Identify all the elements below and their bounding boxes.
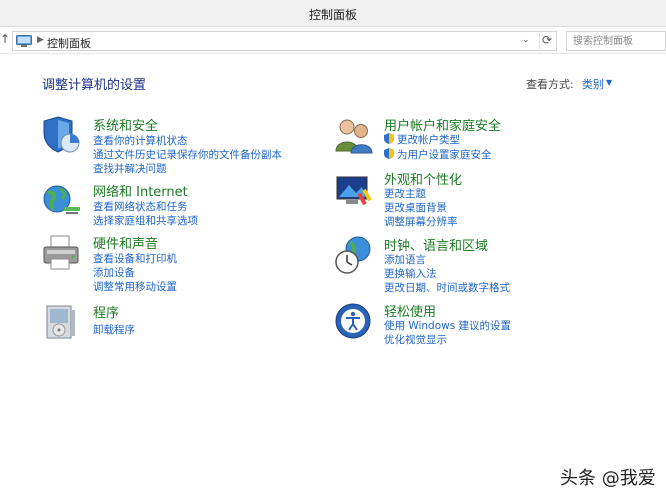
category-link[interactable]: 更改帐户类型 xyxy=(397,132,460,147)
category-link[interactable]: 优化视觉显示 xyxy=(384,332,447,347)
category-link[interactable]: 添加语言 xyxy=(384,252,426,267)
users-icon[interactable] xyxy=(334,115,374,155)
ease-of-access-icon[interactable] xyxy=(334,301,374,341)
page-title: 调整计算机的设置 xyxy=(42,78,147,93)
address-row: ↑ ▶ 控制面板 ⌄ ⟳ xyxy=(0,28,666,54)
category-link[interactable]: 查看网络状态和任务 xyxy=(93,199,188,214)
category-link[interactable]: 更改主题 xyxy=(384,186,426,201)
clock-globe-icon[interactable] xyxy=(334,235,374,275)
search-input[interactable] xyxy=(566,31,666,51)
uac-shield-icon xyxy=(384,148,394,159)
breadcrumb-arrow-icon[interactable]: ▶ xyxy=(37,35,44,45)
globe-network-icon[interactable] xyxy=(42,181,82,221)
up-arrow-icon[interactable]: ↑ xyxy=(0,32,10,46)
category-link[interactable]: 使用 Windows 建议的设置 xyxy=(384,318,511,333)
category-link[interactable]: 卸载程序 xyxy=(93,322,135,337)
category-link[interactable]: 查看设备和打印机 xyxy=(93,251,177,266)
chevron-down-icon[interactable]: ⌄ xyxy=(522,35,530,45)
view-by-dropdown[interactable]: 类别 xyxy=(582,76,604,92)
programs-box-icon[interactable] xyxy=(42,302,82,342)
uac-shield-icon xyxy=(384,133,394,144)
category-heading[interactable]: 网络和 Internet xyxy=(93,181,188,200)
category-link[interactable]: 为用户设置家庭安全 xyxy=(397,147,492,162)
address-bar[interactable]: ▶ 控制面板 ⌄ ⟳ xyxy=(12,31,557,51)
category-link[interactable]: 更换输入法 xyxy=(384,266,437,281)
display-paint-icon[interactable] xyxy=(334,169,374,209)
category-link[interactable]: 添加设备 xyxy=(93,265,135,280)
shield-pie-icon[interactable] xyxy=(42,115,82,155)
category-link[interactable]: 调整屏幕分辨率 xyxy=(384,214,458,229)
category-link[interactable]: 调整常用移动设置 xyxy=(93,279,177,294)
view-by-label: 查看方式: xyxy=(526,78,574,91)
category-link[interactable]: 查看你的计算机状态 xyxy=(93,133,188,148)
control-panel-icon xyxy=(16,35,32,47)
divider xyxy=(539,34,540,49)
category-heading[interactable]: 系统和安全 xyxy=(93,115,158,134)
category-link[interactable]: 更改桌面背景 xyxy=(384,200,447,215)
watermark: 头条 @我爱 xyxy=(560,468,656,489)
category-link[interactable]: 选择家庭组和共享选项 xyxy=(93,213,198,228)
category-heading[interactable]: 程序 xyxy=(93,302,119,321)
category-link[interactable]: 查找并解决问题 xyxy=(93,161,167,176)
category-link[interactable]: 通过文件历史记录保存你的文件备份副本 xyxy=(93,147,282,162)
window-title: 控制面板 xyxy=(308,8,357,22)
category-heading[interactable]: 硬件和声音 xyxy=(93,233,158,252)
refresh-icon[interactable]: ⟳ xyxy=(542,33,552,47)
title-bar: 控制面板 xyxy=(0,0,666,27)
printer-icon[interactable] xyxy=(42,233,82,273)
breadcrumb[interactable]: 控制面板 xyxy=(47,35,91,51)
category-link[interactable]: 更改日期、时间或数字格式 xyxy=(384,280,510,295)
caret-down-icon[interactable]: ▼ xyxy=(606,78,612,87)
